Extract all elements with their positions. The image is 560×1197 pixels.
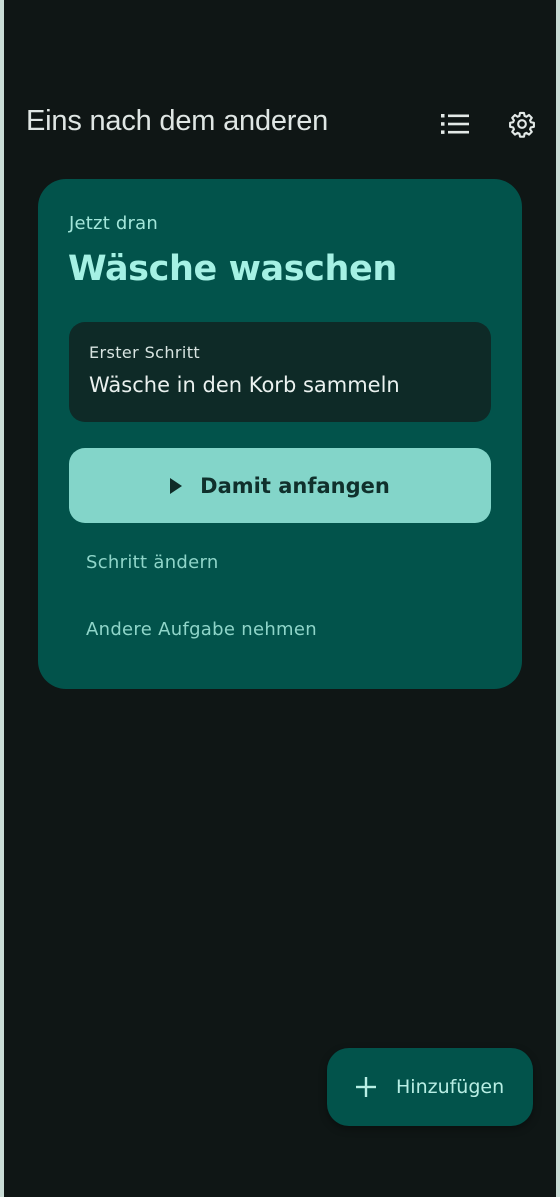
change-step-button[interactable]: Schritt ändern bbox=[86, 552, 219, 573]
list-button[interactable] bbox=[431, 100, 479, 148]
plus-icon bbox=[354, 1075, 378, 1099]
add-task-fab-label: Hinzufügen bbox=[396, 1076, 505, 1098]
app-title: Eins nach dem anderen bbox=[26, 105, 329, 137]
first-step-box: Erster Schritt Wäsche in den Korb sammel… bbox=[69, 322, 491, 422]
top-app-bar: Eins nach dem anderen bbox=[4, 92, 556, 156]
first-step-text: Wäsche in den Korb sammeln bbox=[89, 373, 400, 397]
add-task-fab[interactable]: Hinzufügen bbox=[327, 1048, 533, 1126]
current-task-title: Wäsche waschen bbox=[68, 249, 397, 289]
current-task-card: Jetzt dran Wäsche waschen Erster Schritt… bbox=[38, 179, 522, 689]
first-step-label: Erster Schritt bbox=[89, 343, 201, 362]
app-screen: Eins nach dem anderen Jetzt dran Wäsche … bbox=[4, 0, 556, 1197]
current-task-eyebrow: Jetzt dran bbox=[69, 213, 158, 234]
list-icon bbox=[441, 114, 469, 134]
gear-icon bbox=[509, 111, 535, 138]
play-icon bbox=[170, 477, 183, 494]
start-task-button-label: Damit anfangen bbox=[200, 473, 390, 498]
other-task-button[interactable]: Andere Aufgabe nehmen bbox=[86, 619, 317, 640]
start-task-button[interactable]: Damit anfangen bbox=[69, 448, 491, 523]
settings-button[interactable] bbox=[498, 100, 546, 148]
